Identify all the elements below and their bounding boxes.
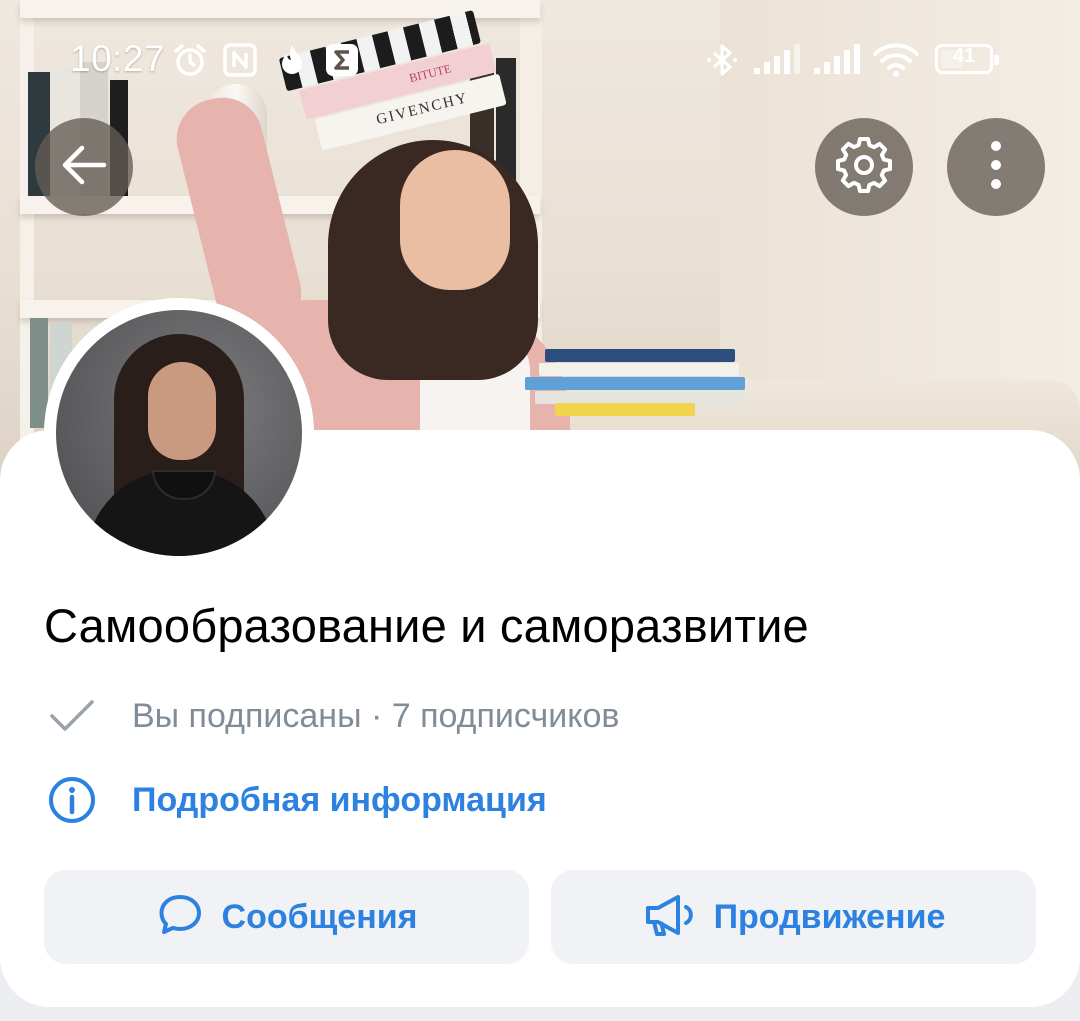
more-button[interactable]	[947, 118, 1045, 216]
check-icon	[46, 690, 98, 742]
back-button[interactable]	[35, 118, 133, 216]
status-time: 10:27	[70, 38, 166, 79]
subscription-row[interactable]: Вы подписаны · 7 подписчиков	[46, 690, 619, 742]
cover-book	[525, 377, 745, 390]
signal-icon	[752, 42, 802, 78]
community-name: Самообразование и саморазвитие	[44, 599, 809, 652]
cover-book	[545, 349, 735, 362]
message-bubble-icon	[156, 891, 204, 944]
cover-person-face	[400, 150, 510, 290]
messages-button-label: Сообщения	[221, 897, 418, 936]
wifi-icon	[872, 42, 920, 78]
gear-icon	[836, 136, 892, 198]
signal-icon	[812, 42, 862, 78]
bluetooth-icon	[704, 42, 740, 78]
megaphone-icon	[642, 891, 696, 944]
fire-icon	[274, 42, 310, 78]
promotion-button[interactable]: Продвижение	[551, 870, 1036, 964]
avatar[interactable]	[56, 310, 302, 556]
battery-nub	[994, 55, 999, 65]
arrow-left-icon	[58, 139, 110, 196]
battery-text: 41	[952, 45, 976, 67]
cover-lap-books	[525, 345, 755, 416]
subscription-status: Вы подписаны · 7 подписчиков	[132, 696, 620, 735]
messages-button[interactable]: Сообщения	[44, 870, 529, 964]
info-icon	[46, 774, 98, 826]
cover-book	[539, 363, 739, 376]
avatar-face	[148, 362, 216, 460]
details-link[interactable]: Подробная информация	[46, 774, 547, 826]
promotion-button-label: Продвижение	[713, 897, 946, 936]
status-bar: 10:27 41	[0, 28, 1080, 92]
cover-book	[555, 403, 695, 416]
details-link-label: Подробная информация	[132, 780, 547, 819]
alarm-icon	[172, 42, 208, 78]
nfc-icon	[222, 42, 258, 78]
sigma-icon	[324, 42, 360, 78]
more-vertical-icon	[986, 137, 1006, 198]
settings-button[interactable]	[815, 118, 913, 216]
battery-icon: 41	[935, 44, 999, 74]
